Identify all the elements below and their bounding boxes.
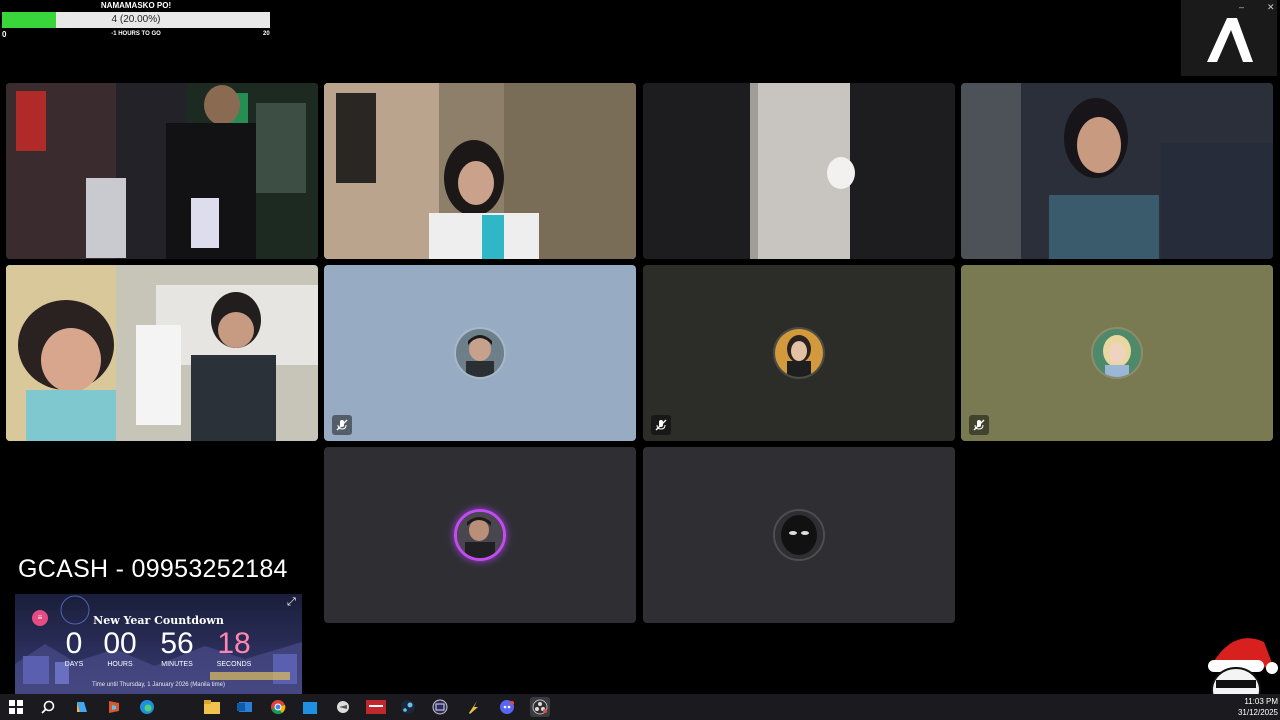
minutes-value: 56	[160, 627, 194, 660]
screen: NAMAMASKO PO! 4 (20.00%) 0 -1 HOURS TO G…	[0, 0, 1280, 720]
video-tile-1[interactable]	[6, 83, 318, 259]
search-icon[interactable]	[38, 697, 58, 717]
participant-video-4	[961, 83, 1273, 259]
grid-app-icon[interactable]	[430, 697, 450, 717]
system-clock[interactable]: 11:03 PM 31/12/2025	[1222, 696, 1278, 718]
copilot-icon[interactable]	[72, 697, 92, 717]
avatar-tile-8[interactable]	[961, 265, 1273, 441]
countdown-hours: 00 HOURS	[99, 627, 141, 669]
donation-goal-widget: NAMAMASKO PO! 4 (20.00%) 0 -1 HOURS TO G…	[0, 0, 272, 40]
discord-icon[interactable]	[497, 697, 517, 717]
countdown-seconds: 18 SECONDS	[211, 627, 257, 669]
goal-progress-bar: 4 (20.00%)	[2, 12, 270, 28]
user-avatar-6[interactable]	[454, 327, 506, 379]
video-tile-2[interactable]	[324, 83, 636, 259]
user-avatar-10[interactable]	[773, 509, 825, 561]
avatar-tile-10[interactable]	[643, 447, 955, 623]
hours-label: HOURS	[107, 661, 133, 668]
days-label: DAYS	[64, 661, 84, 668]
outlook-icon[interactable]	[235, 697, 255, 717]
stylized-a-logo-icon	[1207, 18, 1253, 62]
goal-time-remaining: -1 HOURS TO GO	[111, 31, 161, 37]
clock-time: 11:03 PM	[1244, 697, 1278, 706]
seconds-label: SECONDS	[216, 661, 252, 668]
app-icon[interactable]	[333, 697, 353, 717]
countdown-footer: Time until Thursday, 1 January 2026 (Man…	[92, 682, 225, 688]
muted-mic-icon	[969, 415, 989, 435]
hours-value: 00	[103, 627, 137, 660]
chrome-icon[interactable]	[268, 697, 288, 717]
countdown-minutes: 56 MINUTES	[155, 627, 199, 669]
clock-date: 31/12/2025	[1237, 708, 1278, 717]
windows-start-icon[interactable]	[6, 697, 26, 717]
countdown-title: New Year Countdown	[93, 614, 224, 627]
steam-icon[interactable]	[398, 697, 418, 717]
video-tile-4[interactable]	[961, 83, 1273, 259]
avatar-tile-7[interactable]	[643, 265, 955, 441]
seconds-value: 18	[217, 627, 251, 660]
windows-taskbar: 11:03 PM 31/12/2025	[0, 694, 1280, 720]
participant-video-1	[6, 83, 318, 259]
avatar-tile-6[interactable]	[324, 265, 636, 441]
store-icon[interactable]	[300, 697, 320, 717]
minutes-label: MINUTES	[161, 661, 193, 668]
stream-logo: – ✕	[1181, 0, 1277, 76]
new-year-countdown-widget: ≡ ⤢ New Year Countdown 0 DAYS 00 HOURS 5…	[15, 594, 302, 694]
ms365-icon[interactable]	[104, 697, 124, 717]
video-app-icon[interactable]	[365, 697, 387, 717]
user-avatar-8[interactable]	[1091, 327, 1143, 379]
avatar-tile-9[interactable]	[324, 447, 636, 623]
edge-icon[interactable]	[137, 697, 157, 717]
video-tile-5[interactable]	[6, 265, 318, 441]
gcash-donation-text: GCASH - 09953252184	[18, 555, 288, 583]
video-tile-3[interactable]	[643, 83, 955, 259]
goal-progress-text: 4 (20.00%)	[111, 14, 161, 25]
muted-mic-icon	[332, 415, 352, 435]
obs-icon[interactable]	[530, 697, 550, 717]
bolt-app-icon[interactable]	[463, 697, 483, 717]
participant-video-5	[6, 265, 318, 441]
days-value: 0	[65, 627, 83, 660]
muted-mic-icon	[651, 415, 671, 435]
participant-video-2	[324, 83, 636, 259]
file-explorer-icon[interactable]	[202, 697, 222, 717]
minimize-button[interactable]: –	[1239, 2, 1244, 12]
goal-title: NAMAMASKO PO!	[100, 1, 172, 10]
close-button[interactable]: ✕	[1267, 2, 1275, 13]
countdown-days: 0 DAYS	[61, 627, 87, 669]
goal-max-value: 20	[263, 31, 270, 37]
expand-icon[interactable]: ⤢	[287, 596, 296, 609]
participant-video-3	[643, 83, 955, 259]
user-avatar-7[interactable]	[773, 327, 825, 379]
user-avatar-9-speaking[interactable]	[454, 509, 506, 561]
